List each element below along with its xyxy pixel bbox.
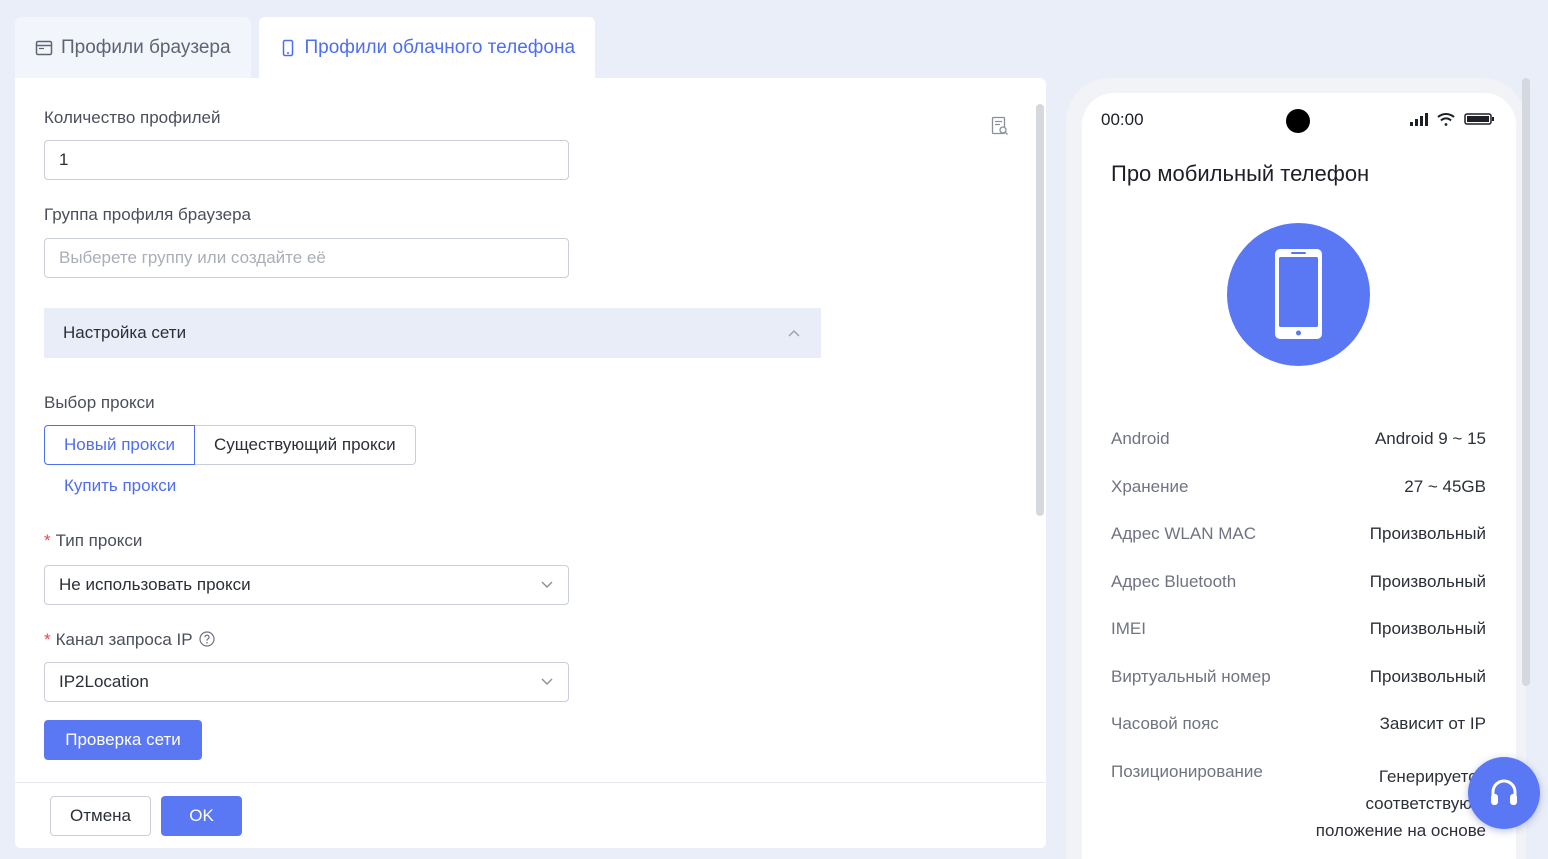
chevron-up-icon <box>788 330 800 337</box>
proxy-type-select[interactable]: Не использовать прокси <box>44 565 569 605</box>
help-circle-icon[interactable] <box>198 631 215 647</box>
support-chat-button[interactable] <box>1468 757 1540 829</box>
spec-row: Адрес Bluetooth Произвольный <box>1111 572 1486 591</box>
proxy-choice-toggle: Новый прокси Существующий прокси <box>44 425 416 465</box>
spec-row: Android Android 9 ~ 15 <box>1111 429 1486 448</box>
spec-row: Адрес WLAN MAC Произвольный <box>1111 524 1486 543</box>
required-marker: * <box>44 630 51 649</box>
cancel-button[interactable]: Отмена <box>50 796 151 836</box>
camera-notch <box>1286 109 1310 133</box>
spec-row: IMEI Произвольный <box>1111 619 1486 638</box>
spec-row: Часовой пояс Зависит от IP <box>1111 714 1486 733</box>
proxy-type-label: * Тип прокси <box>44 531 143 550</box>
phone-preview-screen: 00:00 Про мобильный телефон Android Andro… <box>1082 93 1516 859</box>
phone-title: Про мобильный телефон <box>1111 161 1370 186</box>
ip-channel-select[interactable]: IP2Location <box>44 662 569 702</box>
smartphone-icon <box>1227 223 1370 366</box>
required-marker: * <box>44 531 51 550</box>
tab-label: Профили облачного телефона <box>304 36 576 58</box>
signal-icon <box>1410 113 1428 126</box>
tab-browser-profiles[interactable]: Профили браузера <box>15 17 251 78</box>
positioning-value: Генерируется соответствующ положение на … <box>1315 767 1486 840</box>
network-settings-header[interactable]: Настройка сети <box>44 308 821 358</box>
mobile-phone-icon <box>282 39 293 56</box>
form-footer: Отмена OK <box>15 782 1046 848</box>
check-network-button[interactable]: Проверка сети <box>44 720 202 760</box>
ip-channel-label: * Канал запроса IP <box>44 630 215 650</box>
profile-count-input[interactable]: 1 <box>44 140 569 180</box>
profile-form-panel: Количество профилей 1 Группа профиля бра… <box>15 78 1046 848</box>
proxy-choice-label: Выбор прокси <box>44 393 155 412</box>
ok-button[interactable]: OK <box>161 796 242 836</box>
tab-label: Профили браузера <box>61 36 231 58</box>
status-bar-icons <box>1410 113 1494 126</box>
spec-row: Хранение 27 ~ 45GB <box>1111 477 1486 496</box>
browser-window-icon <box>35 40 53 55</box>
existing-proxy-button[interactable]: Существующий прокси <box>194 425 416 465</box>
spec-row: Виртуальный номер Произвольный <box>1111 667 1486 686</box>
chevron-down-icon <box>541 678 553 685</box>
profile-group-select[interactable]: Выберете группу или создайте её <box>44 238 569 278</box>
new-proxy-button[interactable]: Новый прокси <box>44 425 195 465</box>
tab-cloud-phone-profiles[interactable]: Профили облачного телефона <box>258 17 596 78</box>
form-scrollbar[interactable] <box>1036 104 1044 516</box>
profile-group-label: Группа профиля браузера <box>44 205 251 224</box>
chevron-down-icon <box>541 581 553 588</box>
section-title: Настройка сети <box>63 323 187 342</box>
status-time: 00:00 <box>1101 110 1144 129</box>
wifi-icon <box>1437 113 1455 126</box>
headset-icon <box>1491 779 1517 805</box>
profile-count-label: Количество профилей <box>44 108 221 127</box>
phone-scrollbar[interactable] <box>1522 78 1530 686</box>
profile-tabs: Профили браузера Профили облачного телеф… <box>15 17 596 78</box>
battery-icon <box>1464 113 1494 125</box>
buy-proxy-link[interactable]: Купить прокси <box>64 476 176 496</box>
document-search-icon[interactable] <box>991 116 1009 136</box>
